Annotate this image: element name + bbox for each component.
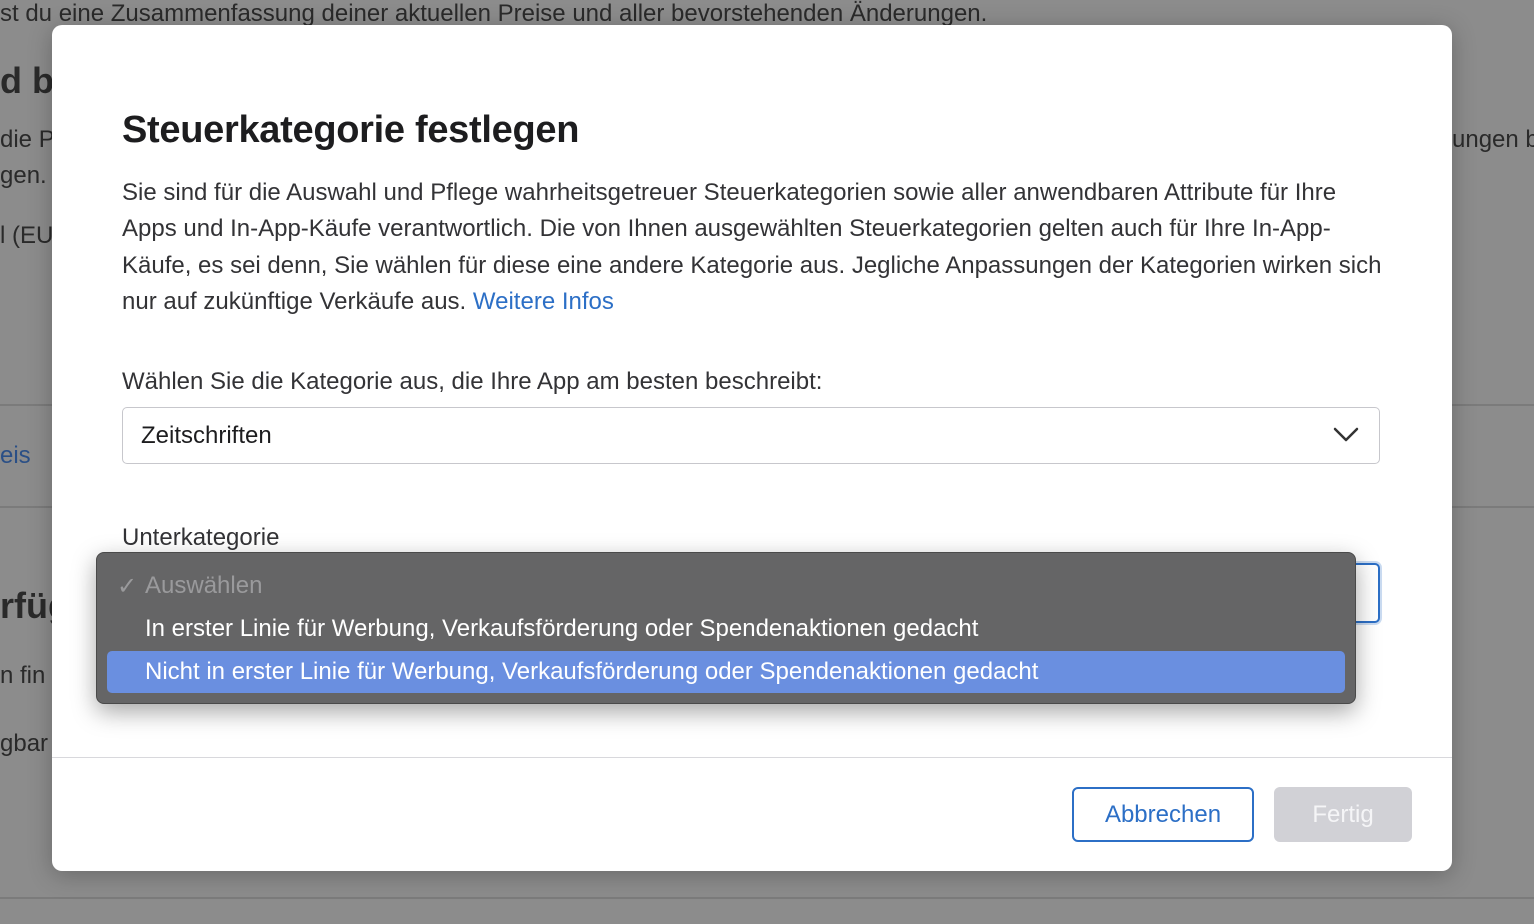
category-select-value: Zeitschriften — [141, 422, 272, 449]
done-button[interactable]: Fertig — [1274, 787, 1412, 842]
background-text: l (EU — [0, 222, 54, 249]
chevron-down-icon — [1333, 427, 1359, 442]
tax-category-dialog: Steuerkategorie festlegen Sie sind für d… — [52, 25, 1452, 871]
background-text: gen. — [0, 162, 47, 189]
description-text: Sie sind für die Auswahl und Pflege wahr… — [122, 179, 1382, 315]
option-label: Auswählen — [145, 572, 263, 599]
dialog-description: Sie sind für die Auswahl und Pflege wahr… — [122, 175, 1382, 320]
background-link: eis — [0, 442, 31, 469]
dialog-title: Steuerkategorie festlegen — [122, 109, 580, 151]
option-primarily-advertising[interactable]: In erster Linie für Werbung, Verkaufsför… — [107, 608, 1345, 650]
checkmark-icon: ✓ — [117, 572, 138, 600]
subcategory-dropdown-menu: ✓ Auswählen In erster Linie für Werbung,… — [96, 552, 1356, 704]
option-label: Nicht in erster Linie für Werbung, Verka… — [145, 658, 1039, 685]
subcategory-label: Unterkategorie — [122, 524, 280, 551]
option-label: In erster Linie für Werbung, Verkaufsför… — [145, 615, 979, 642]
background-text: gbar — [0, 730, 49, 757]
category-select[interactable]: Zeitschriften — [122, 407, 1380, 464]
cancel-button[interactable]: Abbrechen — [1072, 787, 1254, 842]
background-text: die P — [0, 126, 55, 153]
background-text: n fin — [0, 662, 46, 689]
option-select-placeholder: ✓ Auswählen — [107, 565, 1345, 607]
background-text: st du eine Zusammenfassung deiner aktuel… — [0, 0, 988, 27]
category-label: Wählen Sie die Kategorie aus, die Ihre A… — [122, 368, 823, 395]
footer-divider — [52, 757, 1452, 758]
background-text: ungen b — [1452, 126, 1534, 153]
background-divider — [0, 897, 1534, 899]
option-not-primarily-advertising[interactable]: Nicht in erster Linie für Werbung, Verka… — [107, 651, 1345, 693]
learn-more-link[interactable]: Weitere Infos — [473, 288, 614, 315]
